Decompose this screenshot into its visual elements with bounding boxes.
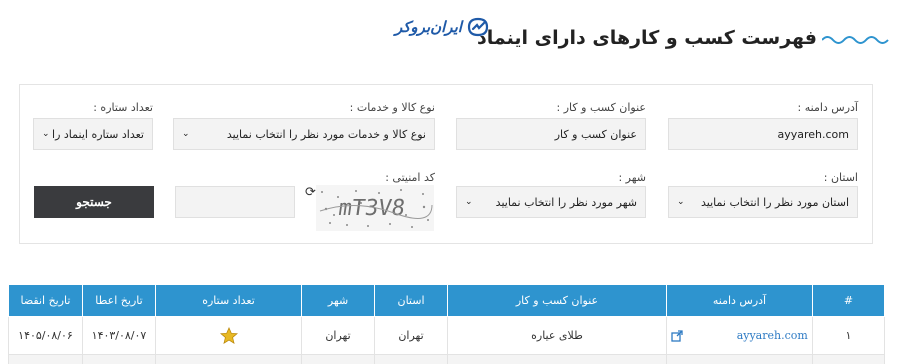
goods-services-select[interactable]: نوع کالا و خدمات مورد نظر را انتخاب نمای… <box>173 118 435 150</box>
table-row: ۱ ayyareh.com طلای عیاره تهران تهران ۱۴۰… <box>8 316 885 355</box>
row-province: تهران <box>374 316 448 355</box>
stars-select[interactable]: تعداد ستاره اینماد را ⌄ <box>33 118 153 150</box>
external-link-icon[interactable] <box>671 330 683 342</box>
header-stars: تعداد ستاره <box>155 284 302 317</box>
goods-select-value: نوع کالا و خدمات مورد نظر را انتخاب نمای… <box>226 127 426 141</box>
chevron-down-icon: ⌄ <box>677 197 685 207</box>
stars-select-value: تعداد ستاره اینماد را <box>52 127 144 141</box>
table-header-row: # آدرس دامنه عنوان کسب و کار استان شهر ت… <box>8 284 885 317</box>
header-issued-date: تاریخ اعطا <box>82 284 156 317</box>
city-label: شهر : <box>618 171 646 184</box>
captcha-input[interactable] <box>175 186 295 218</box>
search-form-panel: آدرس دامنه : عنوان کسب و کار : نوع کالا … <box>19 84 873 244</box>
results-table: # آدرس دامنه عنوان کسب و کار استان شهر ت… <box>8 284 885 364</box>
captcha-text: mT3V8 <box>337 195 407 221</box>
city-select-value: شهر مورد نظر را انتخاب نمایید <box>495 195 637 209</box>
row-expiry-date: ۱۴۰۵/۰۸/۰۶ <box>8 316 83 355</box>
business-title-input[interactable]: عنوان کسب و کار <box>456 118 646 150</box>
header-domain: آدرس دامنه <box>666 284 813 317</box>
results-table-wrapper: # آدرس دامنه عنوان کسب و کار استان شهر ت… <box>8 284 885 364</box>
domain-link[interactable]: ayyareh.com <box>737 329 808 342</box>
logo-icon <box>467 17 489 37</box>
header-province: استان <box>374 284 448 317</box>
city-select[interactable]: شهر مورد نظر را انتخاب نمایید ⌄ <box>456 186 646 218</box>
row-issued-date: ۱۴۰۳/۰۸/۰۷ <box>82 316 156 355</box>
refresh-captcha-icon[interactable]: ⟳ <box>305 185 316 200</box>
stars-label: تعداد ستاره : <box>93 101 153 114</box>
domain-input[interactable]: ayyareh.com <box>668 118 858 150</box>
wave-decoration-icon <box>822 36 889 44</box>
chevron-down-icon: ⌄ <box>465 197 473 207</box>
captcha-label: کد امنیتی : <box>385 171 435 184</box>
header-business-title: عنوان کسب و کار <box>447 284 667 317</box>
header-expiry-date: تاریخ انقضا <box>8 284 83 317</box>
logo-text: ایران‌بروکر <box>395 18 462 36</box>
province-select-value: استان مورد نظر را انتخاب نمایید <box>701 195 849 209</box>
page-title: فهرست کسب و کارهای دارای اینماد <box>477 27 817 49</box>
domain-label: آدرس دامنه : <box>797 101 858 114</box>
goods-label: نوع کالا و خدمات : <box>349 101 435 114</box>
star-icon <box>219 326 238 344</box>
search-button[interactable]: جستجو <box>34 186 154 218</box>
row-index: ۱ <box>812 316 885 355</box>
page-header: فهرست کسب و کارهای دارای اینماد ایران‌بر… <box>0 0 900 70</box>
header-city: شهر <box>301 284 375 317</box>
captcha-image: mT3V8 <box>316 185 434 231</box>
row-business-title: طلای عیاره <box>447 316 667 355</box>
chevron-down-icon: ⌄ <box>182 129 190 139</box>
business-title-placeholder: عنوان کسب و کار <box>554 127 637 141</box>
domain-input-value: ayyareh.com <box>777 127 849 141</box>
header-index: # <box>812 284 885 317</box>
site-logo[interactable]: ایران‌بروکر <box>395 12 490 42</box>
province-label: استان : <box>823 171 858 184</box>
table-row <box>8 354 885 364</box>
chevron-down-icon: ⌄ <box>42 129 50 139</box>
business-label: عنوان کسب و کار : <box>556 101 646 114</box>
row-city: تهران <box>301 316 375 355</box>
row-stars-cell <box>155 316 302 355</box>
row-domain-cell: ayyareh.com <box>666 316 813 355</box>
province-select[interactable]: استان مورد نظر را انتخاب نمایید ⌄ <box>668 186 858 218</box>
